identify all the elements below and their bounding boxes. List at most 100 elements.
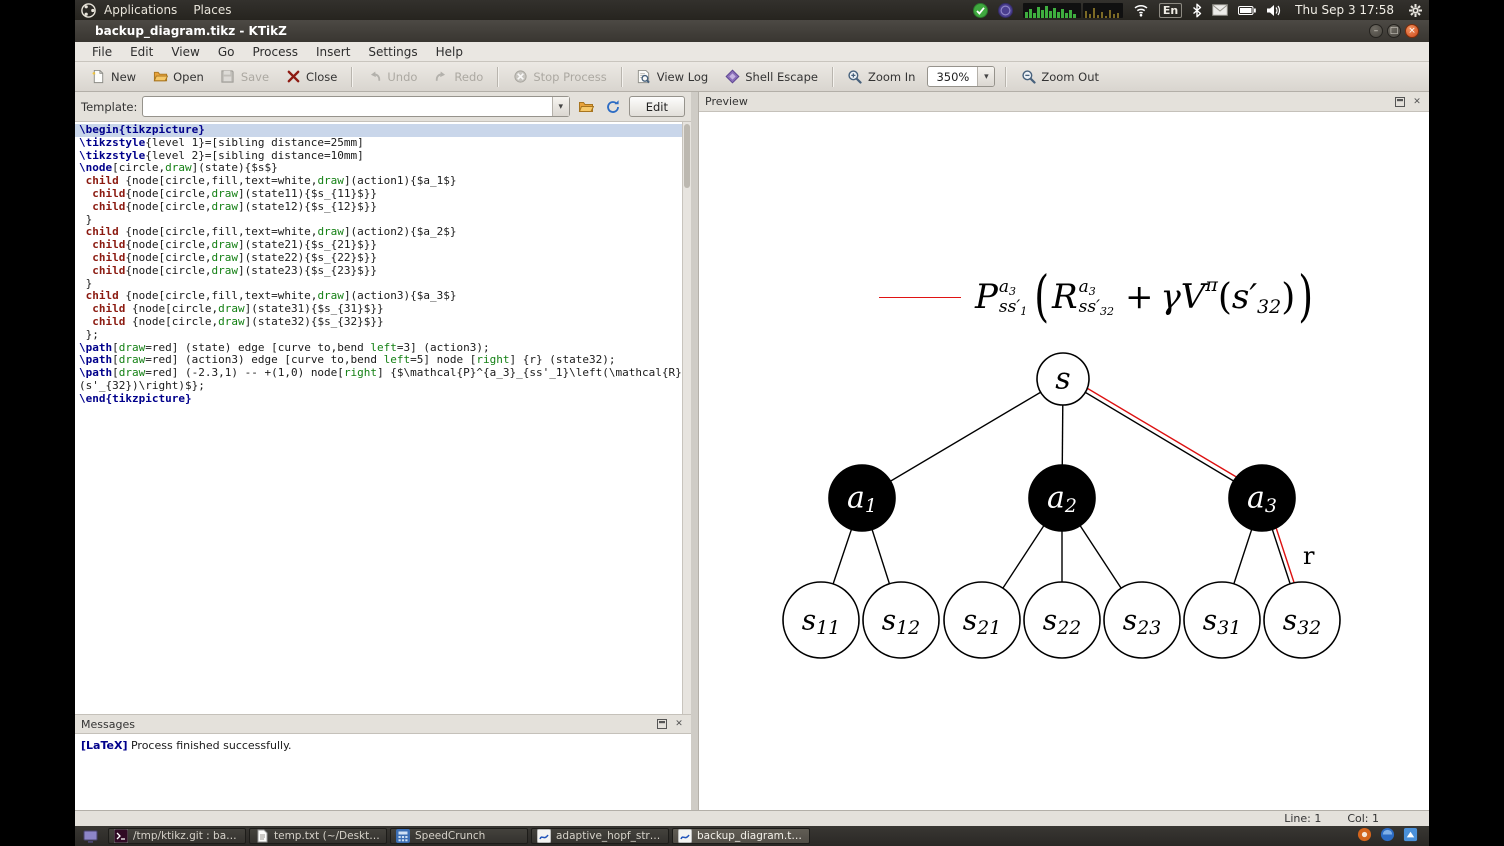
preview-panel[interactable]: s a1 a2 a3 s11 s12 s21 s22 s23 s31 s32 r Pa3 ss′1(Ra… (699, 112, 1429, 810)
code-token: {node[circle, (125, 186, 212, 200)
preview-close-button[interactable]: ✕ (1411, 96, 1423, 108)
update-ok-icon[interactable] (972, 2, 988, 18)
places-menu[interactable]: Places (185, 0, 239, 20)
tray-icon-browser[interactable] (1380, 827, 1395, 846)
editor-column: Template: ▾ Edit \begin{tikzpicture} \tik… (75, 92, 691, 810)
code-token: left (370, 340, 397, 354)
template-combobox[interactable]: ▾ (142, 96, 570, 117)
zoom-level-value: 350% (936, 69, 970, 84)
zoom-level-combobox[interactable]: 350% ▾ (927, 66, 996, 87)
menu-view[interactable]: View (162, 43, 208, 61)
wifi-icon[interactable] (1133, 3, 1149, 17)
menu-edit[interactable]: Edit (121, 43, 162, 61)
toolbar-separator (351, 66, 353, 87)
text-file-icon (255, 829, 269, 843)
code-token: ](action1){$a_1$} (343, 174, 457, 188)
zoom-dropdown-arrow-icon[interactable]: ▾ (977, 67, 995, 86)
zoomin-icon (847, 69, 863, 85)
code-token: {node[circle, (125, 199, 212, 213)
taskbar-item[interactable]: /tmp/ktikz.git : bash ... (108, 828, 246, 844)
show-desktop-button[interactable] (80, 828, 100, 844)
applications-menu[interactable]: Applications (96, 0, 185, 20)
code-area[interactable]: \begin{tikzpicture} \tikzstyle{level 1}=[… (75, 123, 691, 406)
tray-icon-files[interactable] (1403, 827, 1418, 846)
taskbar-item-label: adaptive_hopf_struc... (556, 830, 663, 842)
code-line[interactable]: child{node[circle,draw](state23){$s_{23}… (75, 263, 682, 278)
bluetooth-icon[interactable] (1192, 3, 1202, 18)
menu-process[interactable]: Process (243, 43, 307, 61)
distributor-logo-icon[interactable] (81, 2, 96, 18)
formula-superscript: a3 (998, 276, 1017, 298)
code-token: draw (317, 289, 344, 303)
code-token: draw (118, 353, 146, 367)
diagram-red-edge (1064, 374, 1266, 495)
editor-scrollbar[interactable] (682, 122, 691, 714)
code-token: \begin{tikzpicture} (79, 123, 205, 136)
menu-go[interactable]: Go (209, 43, 244, 61)
menu-bar: File Edit View Go Process Insert Settings Help (75, 42, 1429, 62)
minimize-button[interactable]: – (1369, 24, 1383, 38)
template-dropdown-arrow-icon[interactable]: ▾ (551, 97, 569, 116)
taskbar-item[interactable]: temp.txt (~/Desktop... (249, 828, 387, 844)
window-titlebar[interactable]: backup_diagram.tikz - KTikZ – □ × (75, 20, 1429, 42)
code-token: draw (211, 263, 238, 277)
diagram-edge (861, 378, 1064, 499)
close-button[interactable]: Close (278, 66, 344, 88)
session-indicator-icon[interactable] (997, 2, 1013, 18)
code-token: child (92, 199, 126, 213)
code-token: {node[circle, (125, 314, 219, 328)
editor-scrollbar-handle[interactable] (684, 124, 690, 188)
menu-help[interactable]: Help (427, 43, 472, 61)
close-window-button[interactable]: × (1405, 24, 1419, 38)
clock[interactable]: Thu Sep 3 17:58 (1291, 3, 1398, 17)
gear-menu-icon[interactable] (1408, 3, 1423, 18)
template-open-folder-button[interactable] (575, 96, 597, 117)
task-list: /tmp/ktikz.git : bash ... temp.txt (~/Des… (108, 828, 1357, 844)
open-button[interactable]: Open (145, 66, 211, 88)
open-icon (152, 69, 168, 85)
viewlog-button[interactable]: View Log (629, 66, 716, 88)
preview-float-button[interactable] (1394, 96, 1406, 108)
vertical-splitter[interactable] (691, 92, 698, 810)
taskbar-item[interactable]: SpeedCrunch (390, 828, 528, 844)
tray-icon-software[interactable] (1357, 827, 1372, 846)
menu-file[interactable]: File (83, 43, 121, 61)
undo-label: Undo (387, 69, 418, 84)
taskbar-item[interactable]: backup_diagram.tikz ... (672, 828, 810, 844)
code-token: child (85, 225, 119, 239)
mail-icon[interactable] (1212, 4, 1228, 16)
keyboard-layout-indicator[interactable]: En (1158, 2, 1183, 18)
code-line[interactable]: child {node[circle,draw](state32){$s_{32… (75, 314, 682, 329)
template-reload-button[interactable] (602, 96, 624, 117)
toolbar-separator (620, 66, 622, 87)
new-button[interactable]: New (83, 66, 143, 88)
messages-float-button[interactable] (656, 718, 668, 730)
template-edit-button[interactable]: Edit (628, 96, 685, 117)
calculator-icon (396, 829, 410, 843)
code-token: =red] (action3) edge [curve to,bend (145, 353, 384, 367)
messages-title: Messages (81, 717, 135, 731)
zoomin-button[interactable]: Zoom In (840, 66, 923, 88)
menu-settings[interactable]: Settings (359, 43, 426, 61)
code-token: [ (112, 353, 119, 367)
system-monitor-applet[interactable] (1022, 2, 1123, 18)
menu-insert[interactable]: Insert (307, 43, 359, 61)
preview-dock-header: Preview ✕ (699, 92, 1429, 112)
code-token: right (343, 366, 378, 380)
battery-icon[interactable] (1238, 5, 1256, 15)
code-line[interactable]: \end{tikzpicture} (75, 392, 682, 406)
stop-icon (512, 69, 528, 85)
volume-icon[interactable] (1266, 4, 1281, 17)
code-token: ](state23){$s_{23}$}} (237, 263, 378, 277)
messages-close-button[interactable]: ✕ (673, 718, 685, 730)
viewlog-icon (636, 69, 652, 85)
shell-button[interactable]: Shell Escape (717, 66, 825, 88)
taskbar-item[interactable]: adaptive_hopf_struc... (531, 828, 669, 844)
maximize-button[interactable]: □ (1387, 24, 1401, 38)
zoomout-button[interactable]: Zoom Out (1013, 66, 1106, 88)
code-line[interactable]: child{node[circle,draw](state12){$s_{12}… (75, 199, 682, 214)
code-editor[interactable]: \begin{tikzpicture} \tikzstyle{level 1}=[… (75, 122, 691, 714)
